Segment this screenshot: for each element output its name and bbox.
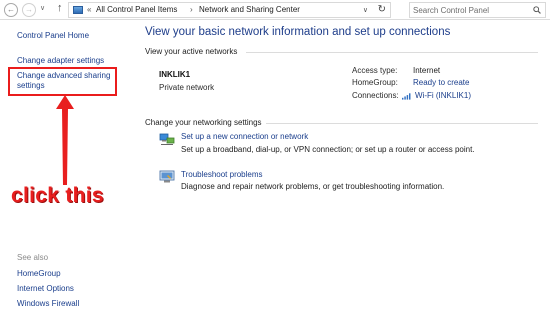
recent-locations-chevron-icon[interactable]: ∨ (40, 4, 45, 12)
click-this-callout: click this (11, 184, 104, 207)
search-input[interactable] (413, 4, 531, 16)
address-bar-row: ← → ∨ ↑ « All Control Panel Items › Netw… (0, 0, 550, 20)
access-type-label: Access type: (352, 66, 398, 75)
see-also-windows-firewall-link[interactable]: Windows Firewall (17, 299, 79, 309)
address-dropdown-icon[interactable]: ∨ (363, 6, 368, 14)
see-also-internet-options-link[interactable]: Internet Options (17, 284, 74, 294)
breadcrumb-all-control-panel-items[interactable]: All Control Panel Items (96, 5, 177, 14)
active-networks-divider (246, 52, 538, 53)
breadcrumb-separator-icon[interactable]: › (190, 5, 193, 14)
breadcrumb-overflow-icon[interactable]: « (87, 5, 91, 14)
homegroup-label: HomeGroup: (352, 78, 398, 87)
red-arrow-icon (56, 95, 74, 185)
see-also-homegroup-link[interactable]: HomeGroup (17, 269, 61, 279)
networking-settings-heading: Change your networking settings (145, 118, 262, 127)
address-box[interactable]: « All Control Panel Items › Network and … (68, 2, 391, 18)
forward-button[interactable]: → (22, 3, 36, 17)
page-title: View your basic network information and … (145, 26, 451, 38)
breadcrumb-network-and-sharing-center[interactable]: Network and Sharing Center (199, 5, 300, 14)
network-name: INKLIK1 (159, 70, 191, 79)
back-arrow-icon: ← (7, 5, 15, 14)
control-panel-home-link[interactable]: Control Panel Home (17, 31, 89, 41)
forward-arrow-icon: → (25, 5, 33, 14)
homegroup-ready-to-create-link[interactable]: Ready to create (413, 78, 469, 87)
troubleshoot-problems-description: Diagnose and repair network problems, or… (181, 182, 445, 191)
troubleshoot-problems-link[interactable]: Troubleshoot problems (181, 170, 263, 179)
change-adapter-settings-link[interactable]: Change adapter settings (17, 56, 104, 66)
back-button[interactable]: ← (4, 3, 18, 17)
search-icon[interactable] (533, 6, 541, 14)
see-also-heading: See also (17, 253, 49, 262)
wifi-signal-icon (402, 93, 411, 100)
active-networks-heading: View your active networks (145, 47, 238, 56)
network-type: Private network (159, 83, 215, 92)
troubleshoot-icon (159, 170, 175, 183)
access-type-value: Internet (413, 66, 441, 75)
networking-settings-divider (266, 123, 538, 124)
network-setup-icon (159, 133, 175, 145)
set-up-new-connection-description: Set up a broadband, dial-up, or VPN conn… (181, 145, 475, 154)
red-highlight-box (8, 67, 117, 96)
control-panel-icon (73, 6, 83, 14)
up-arrow-icon[interactable]: ↑ (57, 2, 63, 14)
wifi-connection-link[interactable]: Wi-Fi (INKLIK1) (415, 91, 471, 100)
refresh-icon[interactable]: ↻ (378, 4, 386, 15)
set-up-new-connection-link[interactable]: Set up a new connection or network (181, 132, 308, 141)
connections-label: Connections: (352, 91, 399, 100)
search-box[interactable] (409, 2, 546, 18)
